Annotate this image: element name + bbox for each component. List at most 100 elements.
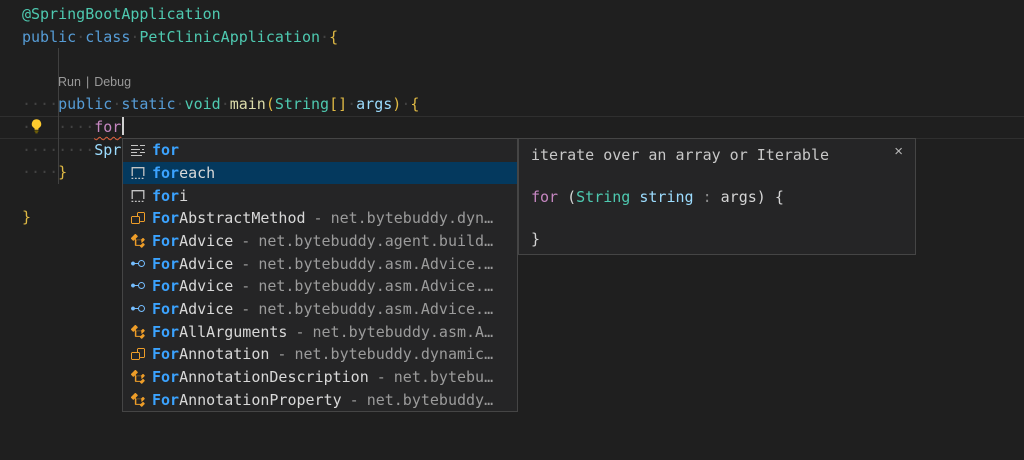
code-token: [694, 188, 703, 206]
code-token: {: [410, 95, 419, 113]
code-token: }: [531, 230, 540, 248]
suggestion-item[interactable]: foreach: [123, 162, 517, 185]
keyword-icon: [130, 142, 146, 158]
code-token: []: [329, 95, 347, 113]
suggestion-item[interactable]: ForAnnotationDescription-net.bytebu…: [123, 366, 517, 389]
codelens: Run | Debug: [58, 71, 131, 94]
suggestion-label-text: AllArguments: [179, 323, 287, 341]
class-icon: [130, 369, 146, 385]
suggestion-separator: -: [350, 391, 359, 409]
interface-icon: [130, 278, 146, 294]
suggestion-item[interactable]: ForAdvice-net.bytebuddy.asm.Advice.…: [123, 298, 517, 321]
lightbulb-icon[interactable]: [28, 117, 56, 137]
docs-code-preview: for (String string : args) {: [531, 187, 784, 208]
suggestion-match-text: for: [152, 187, 179, 205]
code-token: :: [703, 188, 712, 206]
code-token: ········: [22, 141, 94, 159]
suggestion-detail-text: net.bytebuddy.asm.Advice.…: [258, 255, 493, 273]
suggestion-item[interactable]: ForAbstractMethod-net.bytebuddy.dyn…: [123, 207, 517, 230]
suggest-widget: forforeachforiForAbstractMethod-net.byte…: [122, 138, 518, 412]
enum-icon: [130, 210, 146, 226]
docs-code-preview-brace: }: [531, 229, 540, 250]
suggestion-separator: -: [314, 209, 323, 227]
suggestion-detail-text: net.bytebuddy.dynamic…: [294, 345, 493, 363]
suggestion-detail-text: net.bytebuddy.asm.Advice.…: [258, 277, 493, 295]
suggestion-detail-text: net.bytebuddy…: [367, 391, 493, 409]
suggestion-item[interactable]: fori: [123, 184, 517, 207]
code-token: ·: [401, 95, 410, 113]
enum-icon: [130, 346, 146, 362]
codelens-debug-link[interactable]: Debug: [94, 75, 131, 89]
suggestion-detail-text: net.bytebu…: [394, 368, 493, 386]
code-token: Spr: [94, 141, 121, 159]
suggestion-separator: -: [241, 277, 250, 295]
suggestion-label-text: AnnotationDescription: [179, 368, 369, 386]
current-line-highlight: [0, 116, 1024, 139]
editor-line[interactable]: ····public·static·void·main(String[]·arg…: [22, 93, 419, 116]
suggestion-item[interactable]: ForAllArguments-net.bytebuddy.asm.A…: [123, 320, 517, 343]
code-token: @SpringBootApplication: [22, 5, 221, 23]
code-token: ·: [76, 28, 85, 46]
code-token: ·: [112, 95, 121, 113]
editor-line[interactable]: public·class·PetClinicApplication·{: [22, 26, 338, 49]
code-token: ·: [320, 28, 329, 46]
suggestion-detail-text: net.bytebuddy.asm.Advice.…: [258, 300, 493, 318]
code-token: ·: [347, 95, 356, 113]
suggestion-item[interactable]: for: [123, 139, 517, 162]
code-token: args: [356, 95, 392, 113]
suggestion-item[interactable]: ForAdvice-net.bytebuddy.asm.Advice.…: [123, 275, 517, 298]
suggestion-match-text: for: [152, 141, 179, 159]
editor-line[interactable]: ····}: [22, 161, 67, 184]
suggestion-item[interactable]: ForAdvice-net.bytebuddy.agent.build…: [123, 230, 517, 253]
code-token: void: [185, 95, 221, 113]
suggestion-label-text: AbstractMethod: [179, 209, 305, 227]
suggestion-match-text: For: [152, 300, 179, 318]
suggestion-match-text: For: [152, 391, 179, 409]
interface-icon: [130, 256, 146, 272]
codelens-separator: |: [86, 75, 89, 89]
editor-line[interactable]: @SpringBootApplication: [22, 3, 221, 26]
suggestion-label-text: Advice: [179, 300, 233, 318]
suggestion-match-text: For: [152, 232, 179, 250]
codelens-run-link[interactable]: Run: [58, 75, 81, 89]
docs-description: iterate over an array or Iterable: [531, 145, 829, 166]
suggestion-detail-text: net.bytebuddy.dyn…: [331, 209, 494, 227]
suggestion-match-text: for: [152, 164, 179, 182]
suggestion-label-text: each: [179, 164, 215, 182]
code-token: ): [392, 95, 401, 113]
vscode-editor-screen: @SpringBootApplication public·class·PetCl…: [0, 0, 1024, 460]
suggestion-label-text: AnnotationProperty: [179, 391, 342, 409]
text-cursor: [122, 117, 124, 135]
code-token: (: [266, 95, 275, 113]
code-token: static: [121, 95, 175, 113]
suggestion-label-text: Annotation: [179, 345, 269, 363]
suggestion-label-text: i: [179, 187, 188, 205]
snippet-icon: [130, 188, 146, 204]
code-token: ····: [22, 95, 58, 113]
suggestion-match-text: For: [152, 345, 179, 363]
snippet-icon: [130, 165, 146, 181]
class-icon: [130, 324, 146, 340]
suggestion-item[interactable]: ForAdvice-net.bytebuddy.asm.Advice.…: [123, 252, 517, 275]
suggestion-detail-text: net.bytebuddy.asm.A…: [313, 323, 494, 341]
interface-icon: [130, 301, 146, 317]
code-token: String: [275, 95, 329, 113]
suggestion-label-text: Advice: [179, 277, 233, 295]
suggestion-item[interactable]: ForAnnotationProperty-net.bytebuddy…: [123, 388, 517, 411]
code-token: for: [94, 118, 121, 136]
suggestion-label-text: Advice: [179, 255, 233, 273]
code-token: ·: [176, 95, 185, 113]
close-icon[interactable]: ×: [894, 143, 903, 161]
editor-line[interactable]: ········Spr: [22, 139, 121, 162]
suggestion-match-text: For: [152, 368, 179, 386]
suggestion-match-text: For: [152, 277, 179, 295]
suggestion-item[interactable]: ForAnnotation-net.bytebuddy.dynamic…: [123, 343, 517, 366]
suggestion-match-text: For: [152, 209, 179, 227]
suggestion-separator: -: [295, 323, 304, 341]
class-icon: [130, 233, 146, 249]
suggestion-match-text: For: [152, 255, 179, 273]
code-token: string: [639, 188, 693, 206]
suggestion-label-text: Advice: [179, 232, 233, 250]
editor-line[interactable]: }: [22, 206, 31, 229]
suggestion-separator: -: [277, 345, 286, 363]
